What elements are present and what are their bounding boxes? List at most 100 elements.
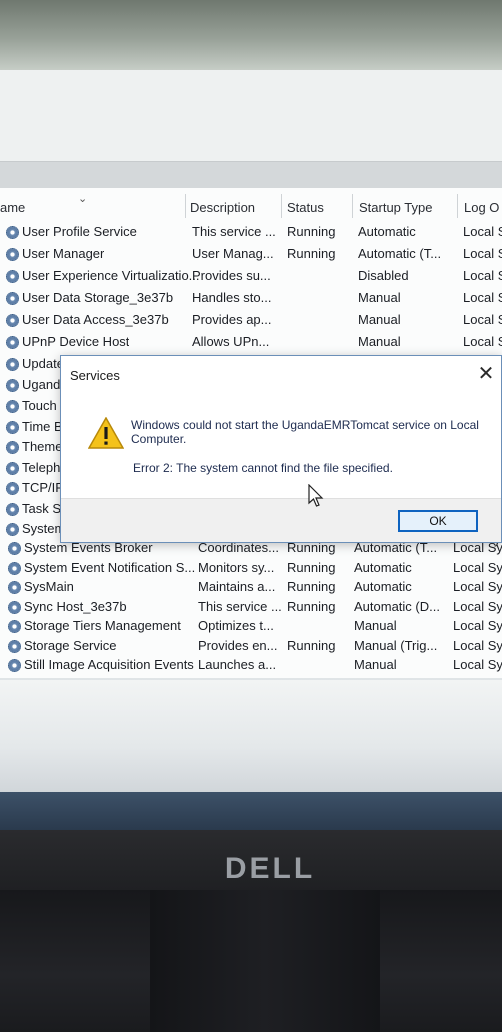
column-header-log-on[interactable]: Log O bbox=[464, 200, 499, 215]
gear-icon bbox=[6, 379, 19, 392]
service-log-on: Local S bbox=[463, 246, 502, 261]
column-divider[interactable] bbox=[185, 194, 186, 218]
service-log-on: Local Sys bbox=[453, 599, 502, 614]
service-startup-type: Manual bbox=[354, 618, 397, 633]
service-name: Storage Tiers Management bbox=[24, 618, 181, 633]
ok-button[interactable]: OK bbox=[398, 510, 478, 532]
service-status: Running bbox=[287, 560, 336, 575]
gear-icon bbox=[8, 601, 21, 614]
mouse-cursor-icon bbox=[308, 484, 324, 507]
error-message: Windows could not start the UgandaEMRTom… bbox=[131, 418, 479, 446]
gear-icon bbox=[6, 292, 19, 305]
service-name: Sync Host_3e37b bbox=[24, 599, 127, 614]
gear-icon bbox=[6, 270, 19, 283]
service-log-on: Local S bbox=[463, 312, 502, 327]
list-item[interactable]: User Profile Service This service ... Runn… bbox=[0, 224, 502, 244]
service-log-on: Local S bbox=[463, 290, 502, 305]
dialog-title: Services bbox=[70, 368, 120, 383]
gear-icon bbox=[6, 441, 19, 454]
tab-strip bbox=[0, 162, 502, 188]
list-item[interactable]: Still Image Acquisition Events Launches a… bbox=[0, 657, 502, 677]
service-description: Handles sto... bbox=[192, 290, 272, 305]
list-item[interactable]: SysMain Maintains a... Running Automatic Loc… bbox=[0, 579, 502, 599]
service-name: User Profile Service bbox=[22, 224, 137, 239]
column-header-startup-type[interactable]: Startup Type bbox=[359, 200, 432, 215]
column-divider[interactable] bbox=[457, 194, 458, 218]
dialog-body: Windows could not start the UgandaEMRTom… bbox=[61, 392, 501, 498]
gear-icon bbox=[6, 358, 19, 371]
gear-icon bbox=[6, 523, 19, 536]
list-item[interactable]: Sync Host_3e37b This service ... Running Au… bbox=[0, 599, 502, 619]
column-header-name[interactable]: ame bbox=[0, 200, 25, 215]
service-log-on: Local Sys bbox=[453, 579, 502, 594]
service-description: Optimizes t... bbox=[198, 618, 274, 633]
service-description: Allows UPn... bbox=[192, 334, 270, 349]
service-description: Provides su... bbox=[192, 268, 271, 283]
service-name: UPnP Device Host bbox=[22, 334, 130, 349]
dialog-title-bar[interactable]: Services ✕ bbox=[61, 356, 501, 392]
gear-icon bbox=[8, 640, 21, 653]
service-log-on: Local Sys bbox=[453, 618, 502, 633]
list-item[interactable]: System Events Broker Coordinates... Runnin… bbox=[0, 540, 502, 560]
gear-icon bbox=[6, 400, 19, 413]
service-status: Running bbox=[287, 638, 336, 653]
service-name: Update bbox=[22, 356, 64, 371]
service-status: Running bbox=[287, 246, 336, 261]
service-log-on: Local S bbox=[463, 268, 502, 283]
toolbar-area bbox=[0, 70, 502, 162]
close-icon[interactable]: ✕ bbox=[471, 360, 501, 388]
list-item[interactable]: System Event Notification S... Monitors s… bbox=[0, 560, 502, 580]
list-item[interactable]: UPnP Device Host Allows UPn... Manual Local… bbox=[0, 334, 502, 354]
gear-icon bbox=[6, 462, 19, 475]
service-status: Running bbox=[287, 579, 336, 594]
service-log-on: Local Sys bbox=[453, 638, 502, 653]
service-name: User Data Storage_3e37b bbox=[22, 290, 174, 305]
monitor-screen: ⌄ ame Description Status Startup Type Lo… bbox=[0, 0, 502, 830]
column-divider[interactable] bbox=[352, 194, 353, 218]
column-header-status[interactable]: Status bbox=[287, 200, 324, 215]
list-item[interactable]: User Manager User Manag... Running Automati… bbox=[0, 246, 502, 266]
list-item[interactable]: User Data Storage_3e37b Handles sto... Man… bbox=[0, 290, 502, 310]
service-status: Running bbox=[287, 599, 336, 614]
service-status: Running bbox=[287, 224, 336, 239]
service-startup-type: Manual bbox=[358, 334, 401, 349]
gear-icon bbox=[8, 581, 21, 594]
service-startup-type: Manual (Trig... bbox=[354, 638, 438, 653]
chevron-down-icon[interactable]: ⌄ bbox=[78, 192, 87, 205]
service-startup-type: Automatic bbox=[354, 579, 412, 594]
service-name: Still Image Acquisition Events bbox=[24, 657, 194, 672]
error-detail: Error 2: The system cannot find the file… bbox=[133, 461, 393, 475]
taskbar bbox=[0, 792, 502, 830]
service-log-on: Local S bbox=[463, 224, 502, 239]
list-item[interactable]: Storage Service Provides en... Running Manu… bbox=[0, 638, 502, 658]
gear-icon bbox=[6, 482, 19, 495]
list-item[interactable]: User Experience Virtualizatio... Provides… bbox=[0, 268, 502, 288]
service-startup-type: Automatic bbox=[358, 224, 416, 239]
service-name: User Manager bbox=[22, 246, 105, 261]
service-name: User Data Access_3e37b bbox=[22, 312, 169, 327]
brand-logo: DELL bbox=[224, 852, 316, 885]
service-name: Storage Service bbox=[24, 638, 117, 653]
empty-area bbox=[0, 680, 502, 792]
list-item[interactable]: Storage Tiers Management Optimizes t... Ma… bbox=[0, 618, 502, 638]
gear-icon bbox=[8, 562, 21, 575]
service-startup-type: Automatic (T... bbox=[358, 246, 442, 261]
service-startup-type: Automatic bbox=[354, 560, 412, 575]
column-header-description[interactable]: Description bbox=[190, 200, 255, 215]
gear-icon bbox=[6, 421, 19, 434]
service-name: TCP/IP bbox=[22, 480, 64, 495]
service-description: Provides en... bbox=[198, 638, 278, 653]
service-startup-type: Manual bbox=[358, 312, 401, 327]
service-description: Maintains a... bbox=[198, 579, 276, 594]
service-name: User Experience Virtualizatio... bbox=[22, 268, 200, 283]
service-description: Monitors sy... bbox=[198, 560, 275, 575]
warning-icon bbox=[88, 417, 124, 449]
service-description: Launches a... bbox=[198, 657, 277, 672]
service-startup-type: Manual bbox=[358, 290, 401, 305]
gear-icon bbox=[8, 620, 21, 633]
column-divider[interactable] bbox=[281, 194, 282, 218]
gear-icon bbox=[6, 226, 19, 239]
list-item[interactable]: User Data Access_3e37b Provides ap... Manu… bbox=[0, 312, 502, 332]
error-dialog: Services ✕ Windows could not start the U… bbox=[60, 355, 502, 543]
service-log-on: Local Sys bbox=[453, 657, 502, 672]
